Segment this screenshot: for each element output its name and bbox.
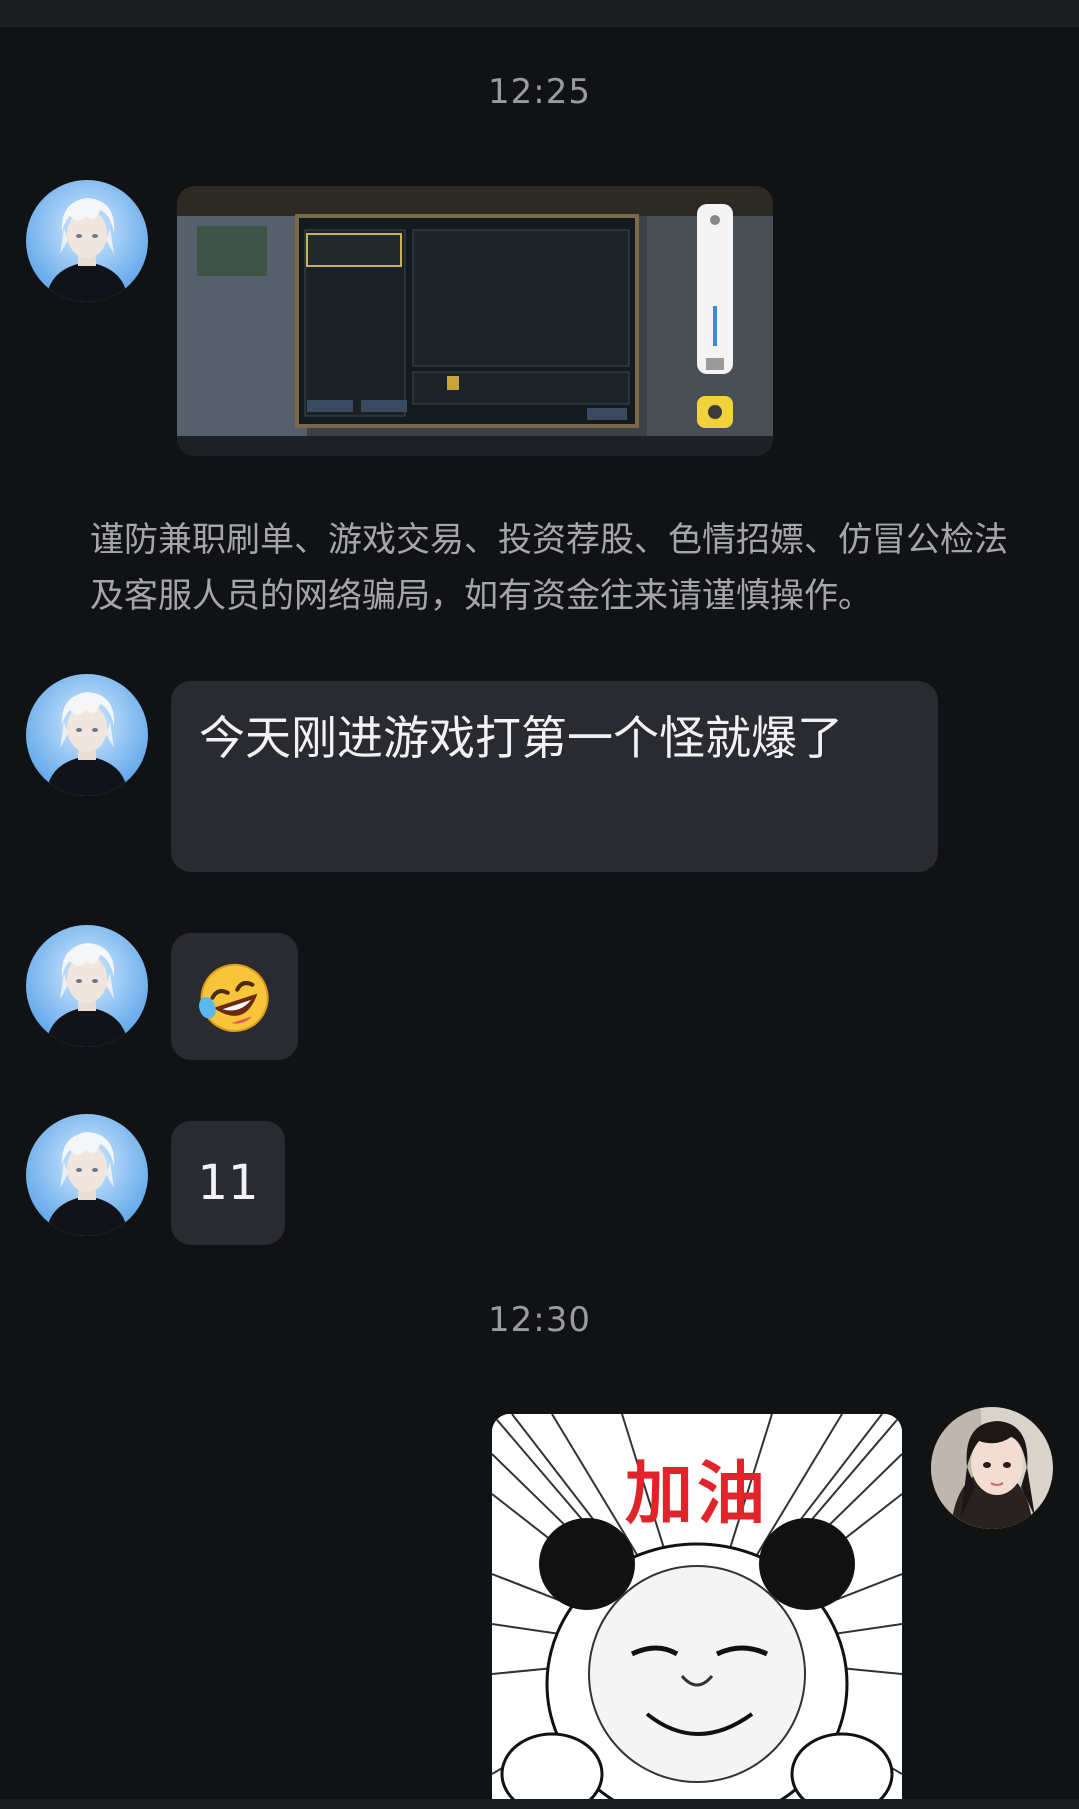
avatar-other-user[interactable] bbox=[26, 674, 148, 796]
message-bubble-text[interactable]: 今天刚进游戏打第一个怪就爆了 bbox=[171, 681, 938, 872]
sticker-panda-image[interactable]: 加油 bbox=[492, 1414, 902, 1809]
avatar-other-user[interactable] bbox=[26, 1114, 148, 1236]
speaker-icon bbox=[706, 358, 724, 370]
avatar-girl-image bbox=[931, 1407, 1053, 1529]
avatar-anime-boy-image bbox=[26, 674, 148, 796]
timestamp: 12:25 bbox=[488, 72, 591, 112]
message-bubble-text[interactable]: 11 bbox=[171, 1121, 285, 1245]
sticker-caption: 加油 bbox=[624, 1455, 769, 1534]
message-bubble-emoji[interactable] bbox=[171, 933, 298, 1060]
game-screenshot-illustration bbox=[177, 186, 773, 456]
top-bar bbox=[0, 0, 1079, 27]
avatar-anime-boy-image bbox=[26, 180, 148, 302]
avatar-anime-boy-image bbox=[26, 925, 148, 1047]
timestamp: 12:30 bbox=[488, 1300, 591, 1340]
game-screenshot-image[interactable] bbox=[177, 186, 773, 456]
avatar-other-user[interactable] bbox=[26, 180, 148, 302]
avatar-self[interactable] bbox=[931, 1407, 1053, 1529]
volume-slider bbox=[697, 204, 733, 374]
bottom-bar bbox=[0, 1799, 1079, 1809]
avatar-anime-boy-image bbox=[26, 1114, 148, 1236]
fraud-warning-notice: 谨防兼职刷单、游戏交易、投资荐股、色情招嫖、仿冒公检法及客服人员的网络骗局，如有… bbox=[90, 520, 1008, 616]
laughing-tears-emoji-icon bbox=[199, 963, 269, 1032]
avatar-other-user[interactable] bbox=[26, 925, 148, 1047]
